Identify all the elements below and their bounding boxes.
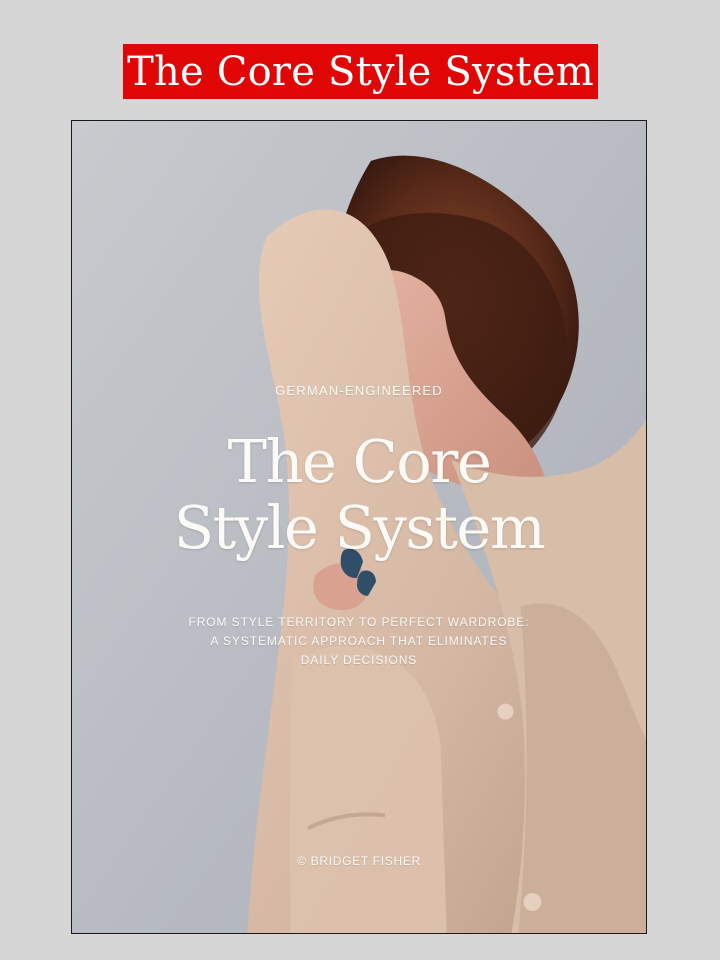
page-title-banner: The Core Style System [123, 44, 598, 99]
coat-button [523, 893, 542, 912]
coat-button [497, 703, 514, 720]
book-cover-page: The Core Style System GERMAN-ENGINEERED … [0, 0, 720, 960]
cover-photo-illustration [72, 121, 646, 933]
book-cover: GERMAN-ENGINEERED The Core Style System … [71, 120, 647, 934]
